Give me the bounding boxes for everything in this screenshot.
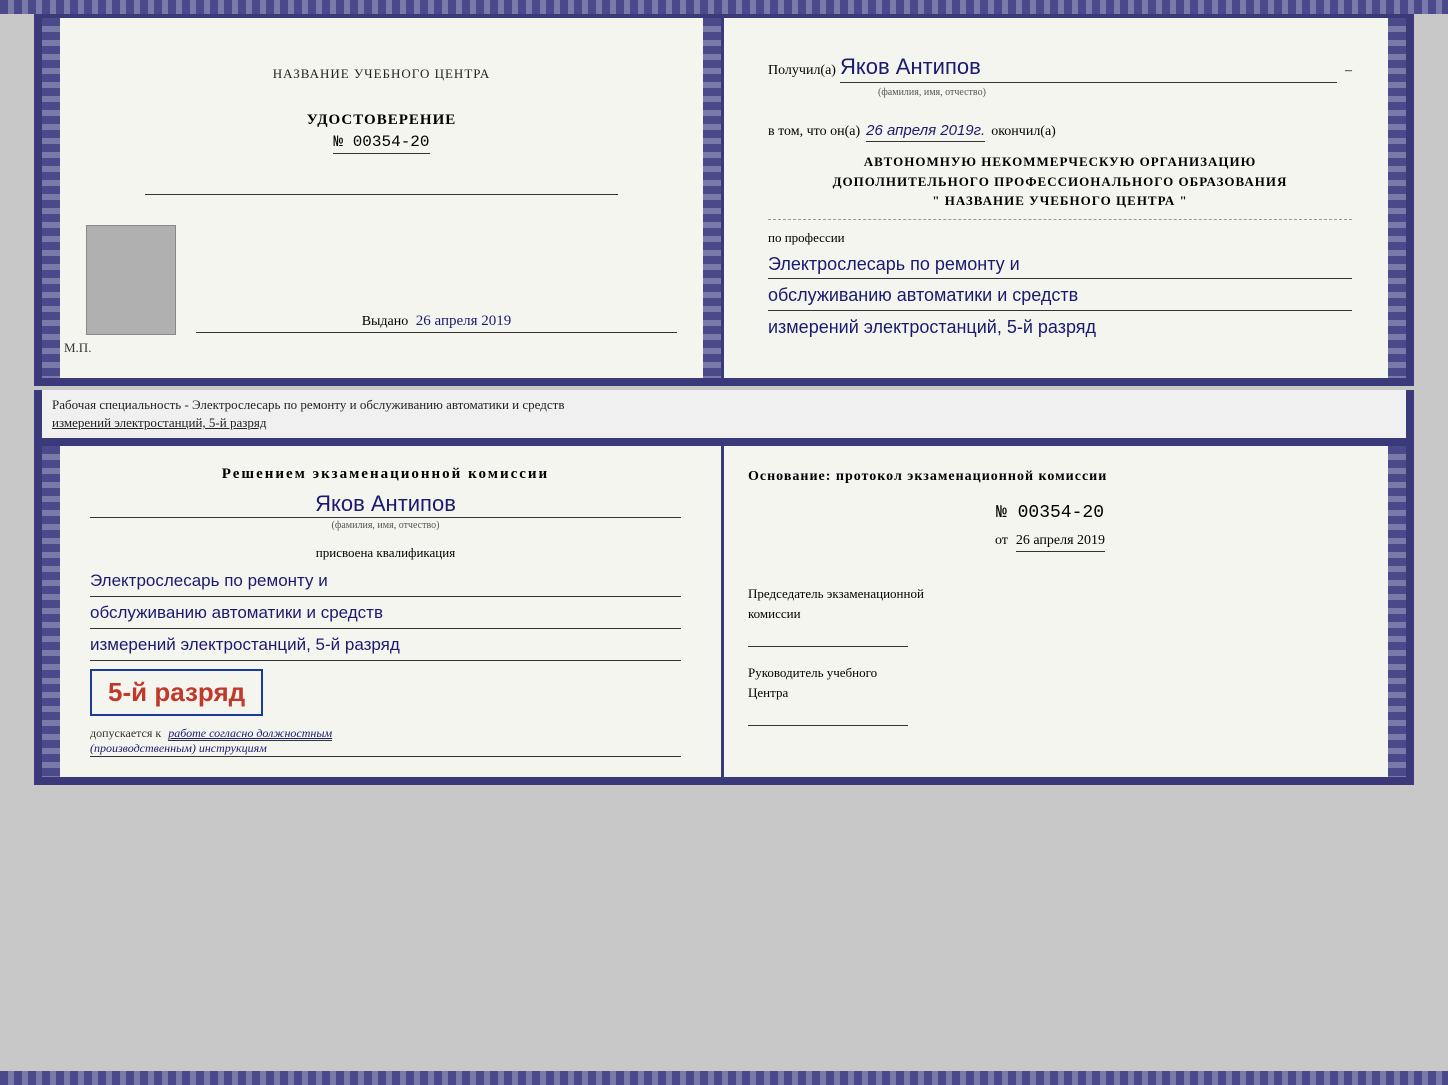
- dopuskaetsya-row: допускается к работе согласно должностны…: [90, 726, 681, 741]
- predsedatel-text: Председатель экзаменационной комиссии: [748, 584, 1352, 623]
- outer-right-border: [1388, 18, 1406, 378]
- protocol-number: № 00354-20: [748, 503, 1352, 523]
- bl-left-border: [42, 446, 60, 777]
- poluchil-label: Получил(а): [768, 63, 836, 79]
- bottom-doc-left: Решением экзаменационной комиссии Яков А…: [42, 446, 724, 777]
- bl-prof-line3: измерений электростанций, 5-й разряд: [90, 631, 681, 661]
- vudano-date: Выдано 26 апреля 2019: [196, 313, 677, 333]
- bl-prof-line1: Электрослесарь по ремонту и: [90, 567, 681, 597]
- po-professii: по профессии: [768, 230, 1352, 246]
- dopuskaetsya-underlined: работе согласно должностным: [168, 726, 332, 741]
- dopuskaetsya-prefix: допускается к: [90, 726, 161, 740]
- profession-text: Электрослесарь по ремонту и обслуживанию…: [768, 250, 1352, 342]
- prisvoena-text: присвоена квалификация: [90, 545, 681, 561]
- br-right-border: [1388, 446, 1406, 777]
- ot-date: 26 апреля 2019: [1016, 533, 1105, 552]
- ot-prefix: от: [995, 533, 1008, 548]
- org-line3: " НАЗВАНИЕ УЧЕБНОГО ЦЕНТРА ": [768, 191, 1352, 211]
- doc-number: № 00354-20: [333, 133, 429, 154]
- top-document-pair: НАЗВАНИЕ УЧЕБНОГО ЦЕНТРА УДОСТОВЕРЕНИЕ №…: [34, 10, 1414, 386]
- recipient-name: Яков Антипов: [840, 54, 1337, 83]
- osnovanie-text: Основание: протокол экзаменационной коми…: [748, 466, 1352, 487]
- bl-prof-line2: обслуживанию автоматики и средств: [90, 599, 681, 629]
- dash: –: [1345, 63, 1352, 79]
- fio-hint: (фамилия, имя, отчество): [878, 87, 1352, 98]
- separator-line1: Рабочая специальность - Электрослесарь п…: [52, 397, 564, 412]
- bottom-profession: Электрослесарь по ремонту и обслуживанию…: [90, 567, 681, 661]
- poluchil-row: Получил(а) Яков Антипов –: [768, 54, 1352, 83]
- separator-line2: измерений электростанций, 5-й разряд: [52, 415, 266, 430]
- rukovoditel-text: Руководитель учебного Центра: [748, 663, 1352, 702]
- photo-placeholder: [86, 225, 176, 335]
- mp-label: М.П.: [64, 340, 91, 356]
- rank-text: 5-й разряд: [108, 677, 245, 708]
- dopuskaetsya-italic: (производственным) инструкциям: [90, 741, 681, 757]
- separator: Рабочая специальность - Электрослесарь п…: [34, 390, 1414, 438]
- left-content: НАЗВАНИЕ УЧЕБНОГО ЦЕНТРА УДОСТОВЕРЕНИЕ №…: [86, 56, 677, 335]
- left-border-decor: [42, 18, 60, 378]
- top-doc-right: Получил(а) Яков Антипов – (фамилия, имя,…: [724, 18, 1406, 378]
- udostoverenie-label: УДОСТОВЕРЕНИЕ: [307, 112, 457, 129]
- bottom-recipient-name: Яков Антипов: [90, 491, 681, 518]
- signature-line-2: [748, 706, 908, 726]
- resheniem-text: Решением экзаменационной комиссии: [90, 466, 681, 483]
- top-doc-left: НАЗВАНИЕ УЧЕБНОГО ЦЕНТРА УДОСТОВЕРЕНИЕ №…: [42, 18, 724, 378]
- prof-line3: измерений электростанций, 5-й разряд: [768, 317, 1096, 337]
- vtom-row: в том, что он(а) 26 апреля 2019г. окончи…: [768, 122, 1352, 142]
- signature-line-1: [748, 627, 908, 647]
- bottom-fio-hint: (фамилия, имя, отчество): [90, 520, 681, 531]
- vudano-section: Выдано 26 апреля 2019: [196, 313, 677, 335]
- vtom-date: 26 апреля 2019г.: [866, 122, 985, 142]
- right-border-decor-inner: [703, 18, 721, 378]
- prof-line1: Электрослесарь по ремонту и: [768, 250, 1352, 280]
- left-bottom-row: Выдано 26 апреля 2019: [86, 225, 677, 335]
- bottom-top-border: [0, 0, 1448, 14]
- center-title: НАЗВАНИЕ УЧЕБНОГО ЦЕНТРА: [273, 66, 490, 82]
- okonchil-label: окончил(а): [991, 124, 1056, 140]
- prof-line2: обслуживанию автоматики и средств: [768, 281, 1352, 311]
- vtom-prefix: в том, что он(а): [768, 124, 860, 140]
- org-line2: ДОПОЛНИТЕЛЬНОГО ПРОФЕССИОНАЛЬНОГО ОБРАЗО…: [768, 172, 1352, 192]
- bottom-doc-right: Основание: протокол экзаменационной коми…: [724, 446, 1406, 777]
- right-content: Получил(а) Яков Антипов – (фамилия, имя,…: [768, 54, 1352, 342]
- bottom-bottom-border: [0, 1071, 1448, 1085]
- org-text: АВТОНОМНУЮ НЕКОММЕРЧЕСКУЮ ОРГАНИЗАЦИЮ ДО…: [768, 152, 1352, 211]
- ot-date-row: от 26 апреля 2019: [748, 531, 1352, 568]
- rank-box: 5-й разряд: [90, 669, 263, 716]
- org-line1: АВТОНОМНУЮ НЕКОММЕРЧЕСКУЮ ОРГАНИЗАЦИЮ: [768, 152, 1352, 172]
- bottom-document-pair: Решением экзаменационной комиссии Яков А…: [34, 438, 1414, 785]
